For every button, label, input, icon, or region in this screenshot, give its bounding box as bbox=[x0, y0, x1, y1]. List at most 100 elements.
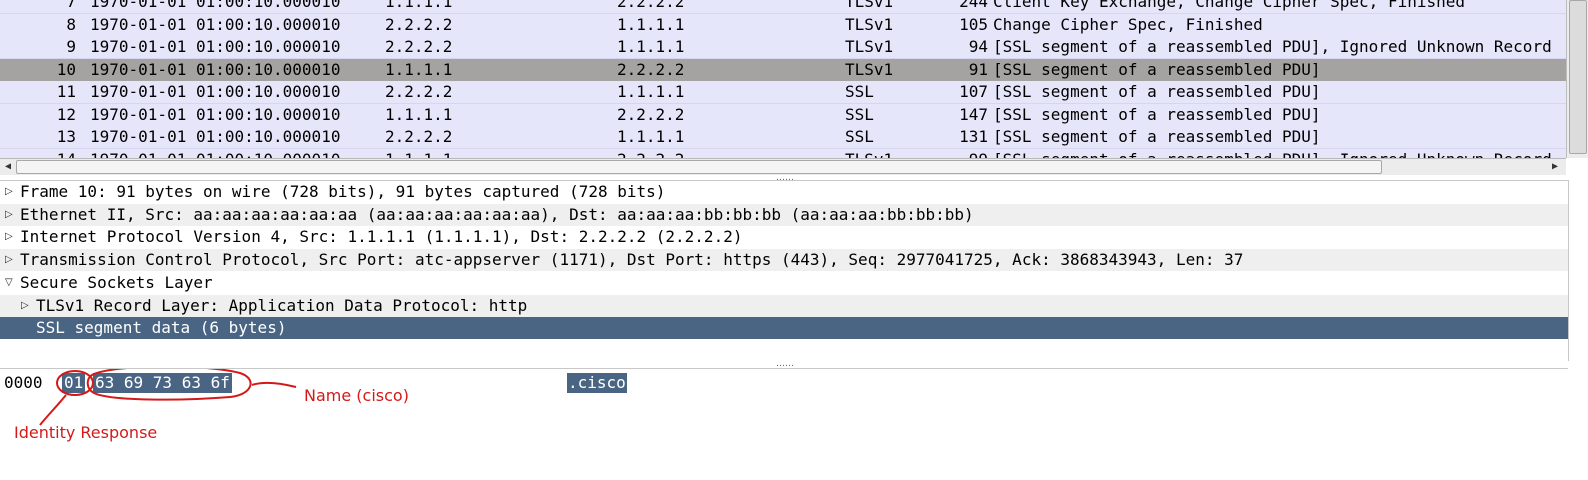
packet-destination: 2.2.2.2 bbox=[617, 104, 685, 124]
detail-tree-label: Transmission Control Protocol, Src Port:… bbox=[20, 250, 1244, 270]
packet-length: 107 bbox=[959, 82, 988, 101]
detail-tree-label: Secure Sockets Layer bbox=[20, 272, 213, 292]
packet-destination: 1.1.1.1 bbox=[617, 82, 685, 101]
packet-row[interactable]: 10 1970-01-01 01:00:10.000010 1.1.1.1 2.2.2… bbox=[0, 58, 1566, 82]
packet-protocol: SSL bbox=[845, 127, 874, 146]
tree-collapsed-icon[interactable]: ▷ bbox=[5, 251, 13, 269]
detail-tree-row[interactable]: SSL segment data (6 bytes) bbox=[0, 317, 1568, 340]
tree-collapsed-icon[interactable]: ▷ bbox=[5, 183, 13, 201]
packet-length: 244 bbox=[959, 0, 988, 11]
packet-bytes-pane: 0000 01 63 69 73 63 6f .cisco Name (cisc… bbox=[0, 368, 1568, 480]
detail-tree-row[interactable]: ▷ Internet Protocol Version 4, Src: 1.1.1… bbox=[0, 226, 1568, 248]
detail-tree-label: TLSv1 Record Layer: Application Data Pro… bbox=[36, 295, 528, 315]
packet-length: 131 bbox=[959, 127, 988, 146]
packet-time: 1970-01-01 01:00:10.000010 bbox=[90, 37, 341, 56]
packet-number: 8 bbox=[66, 14, 76, 34]
horizontal-scrollbar-thumb[interactable] bbox=[16, 160, 1382, 174]
packet-time: 1970-01-01 01:00:10.000010 bbox=[90, 0, 341, 11]
packet-source: 1.1.1.1 bbox=[385, 104, 453, 124]
packet-info: Client Key Exchange, Change Cipher Spec,… bbox=[993, 0, 1466, 11]
packet-length: 147 bbox=[959, 104, 988, 124]
detail-tree-row[interactable]: ▷ Ethernet II, Src: aa:aa:aa:aa:aa:aa (aa… bbox=[0, 203, 1568, 226]
packet-info: Change Cipher Spec, Finished bbox=[993, 14, 1263, 34]
packet-source: 2.2.2.2 bbox=[385, 82, 453, 101]
packet-row[interactable]: 7 1970-01-01 01:00:10.000010 1.1.1.1 2.2.2.… bbox=[0, 0, 1566, 14]
packet-time: 1970-01-01 01:00:10.000010 bbox=[90, 150, 340, 159]
packet-destination: 2.2.2.2 bbox=[617, 59, 685, 79]
packet-time: 1970-01-01 01:00:10.000010 bbox=[90, 59, 341, 79]
packet-number: 14 bbox=[0, 150, 76, 159]
packet-protocol: SSL bbox=[845, 104, 874, 124]
hex-offset: 0000 bbox=[4, 373, 43, 392]
packet-length: 91 bbox=[968, 59, 988, 79]
packet-source: 1.1.1.1 bbox=[385, 0, 453, 11]
packet-protocol: SSL bbox=[845, 82, 874, 101]
packet-info: [SSL segment of a reassembled PDU] bbox=[993, 59, 1321, 79]
annotation-identity-label: Identity Response bbox=[14, 423, 158, 442]
packet-info: [SSL segment of a reassembled PDU] bbox=[993, 82, 1321, 101]
tree-collapsed-icon[interactable]: ▷ bbox=[5, 206, 13, 224]
packet-row[interactable]: 11 1970-01-01 01:00:10.000010 2.2.2.2 1.1.1… bbox=[0, 81, 1566, 104]
packet-row[interactable]: 9 1970-01-01 01:00:10.000010 2.2.2.2 1.1.1.… bbox=[0, 36, 1566, 59]
tree-expanded-icon[interactable]: ▽ bbox=[5, 274, 13, 292]
packet-destination: 2.2.2.2 bbox=[617, 150, 684, 159]
packet-destination: 1.1.1.1 bbox=[617, 127, 685, 146]
annotation-line-identity bbox=[39, 394, 67, 426]
hex-byte-identity[interactable]: 01 bbox=[62, 373, 86, 393]
packet-protocol: TLSv1 bbox=[845, 14, 894, 34]
packet-time: 1970-01-01 01:00:10.000010 bbox=[90, 14, 341, 34]
packet-destination: 1.1.1.1 bbox=[617, 37, 685, 56]
packet-details-tree: ▷ Frame 10: 91 bytes on wire (728 bits), … bbox=[0, 180, 1569, 361]
packet-list: 7 1970-01-01 01:00:10.000010 1.1.1.1 2.2.2.… bbox=[0, 0, 1588, 158]
packet-length: 105 bbox=[959, 14, 988, 34]
detail-tree-row[interactable]: ▷ Transmission Control Protocol, Src Port… bbox=[0, 249, 1568, 272]
packet-number: 9 bbox=[66, 37, 76, 56]
packet-number: 13 bbox=[56, 127, 76, 146]
detail-tree-label: Internet Protocol Version 4, Src: 1.1.1.… bbox=[20, 227, 743, 247]
packet-info: [SSL segment of a reassembled PDU] bbox=[993, 127, 1321, 146]
pane-splitter-grip-icon[interactable]: ‥‥‥ bbox=[776, 360, 794, 369]
detail-tree-row[interactable]: ▽ Secure Sockets Layer bbox=[0, 272, 1568, 294]
packet-destination: 1.1.1.1 bbox=[617, 14, 685, 34]
packet-time: 1970-01-01 01:00:10.000010 bbox=[90, 127, 341, 146]
packet-row[interactable]: 13 1970-01-01 01:00:10.000010 2.2.2.2 1.1.1… bbox=[0, 126, 1566, 149]
packet-row[interactable]: 14 1970-01-01 01:00:10.000010 1.1.1.1 2.2.2… bbox=[0, 148, 1566, 159]
packet-number: 10 bbox=[56, 59, 76, 79]
packet-source: 2.2.2.2 bbox=[385, 14, 453, 34]
packet-source: 1.1.1.1 bbox=[385, 150, 452, 159]
packet-protocol: TLSv1 bbox=[845, 0, 894, 11]
vertical-scrollbar-thumb[interactable] bbox=[1569, 0, 1587, 154]
detail-tree-row[interactable]: ▷ Frame 10: 91 bytes on wire (728 bits), … bbox=[0, 181, 1568, 203]
scroll-right-arrow-icon[interactable]: ▶ bbox=[1548, 159, 1562, 175]
packet-length: 94 bbox=[968, 37, 988, 56]
packet-time: 1970-01-01 01:00:10.000010 bbox=[90, 104, 341, 124]
tree-collapsed-icon[interactable]: ▷ bbox=[5, 228, 13, 246]
scroll-left-arrow-icon[interactable]: ◀ bbox=[1, 159, 15, 175]
packet-info: [SSL segment of a reassembled PDU], Igno… bbox=[993, 37, 1552, 56]
detail-tree-row[interactable]: ▷ TLSv1 Record Layer: Application Data Pr… bbox=[0, 294, 1568, 317]
packet-row[interactable]: 12 1970-01-01 01:00:10.000010 1.1.1.1 2.2.2… bbox=[0, 103, 1566, 127]
detail-tree-label: Ethernet II, Src: aa:aa:aa:aa:aa:aa (aa:… bbox=[20, 204, 974, 224]
packet-source: 2.2.2.2 bbox=[385, 37, 453, 56]
packet-info: [SSL segment of a reassembled PDU], Igno… bbox=[993, 150, 1552, 159]
detail-tree-label: SSL segment data (6 bytes) bbox=[36, 318, 287, 338]
packet-number: 12 bbox=[56, 104, 76, 124]
packet-time: 1970-01-01 01:00:10.000010 bbox=[90, 82, 341, 101]
tree-collapsed-icon[interactable]: ▷ bbox=[21, 297, 29, 315]
detail-tree-label: Frame 10: 91 bytes on wire (728 bits), 9… bbox=[20, 182, 666, 201]
packet-source: 2.2.2.2 bbox=[385, 127, 453, 146]
annotation-name-label: Name (cisco) bbox=[304, 386, 409, 405]
packet-info: [SSL segment of a reassembled PDU] bbox=[993, 104, 1321, 124]
packet-protocol: TLSv1 bbox=[845, 150, 893, 159]
packet-destination: 2.2.2.2 bbox=[617, 0, 685, 11]
hex-bytes-name[interactable]: 63 69 73 63 6f bbox=[93, 373, 232, 393]
vertical-scrollbar[interactable] bbox=[1566, 0, 1588, 158]
packet-row[interactable]: 8 1970-01-01 01:00:10.000010 2.2.2.2 1.1.1.… bbox=[0, 13, 1566, 37]
packet-protocol: TLSv1 bbox=[845, 59, 894, 79]
annotation-line-name bbox=[251, 381, 297, 388]
packet-number: 11 bbox=[56, 82, 76, 101]
packet-protocol: TLSv1 bbox=[845, 37, 894, 56]
packet-source: 1.1.1.1 bbox=[385, 59, 453, 79]
hex-ascii[interactable]: .cisco bbox=[567, 373, 627, 393]
packet-number: 7 bbox=[66, 0, 76, 11]
